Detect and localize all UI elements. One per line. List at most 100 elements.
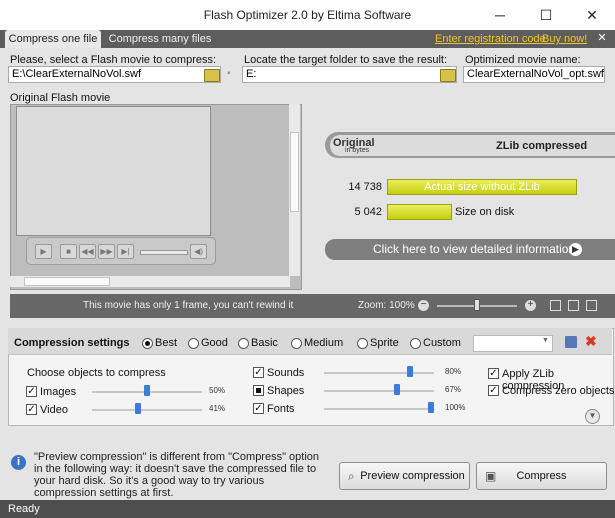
video-slider[interactable] <box>92 409 202 411</box>
minimize-button[interactable]: ─ <box>477 0 523 30</box>
preview-compression-label: Preview compression <box>360 470 465 482</box>
video-checkbox[interactable]: ✓ <box>26 404 37 415</box>
fullscreen-icon[interactable] <box>586 300 597 311</box>
detailed-info-button[interactable]: Click here to view detailed information … <box>325 239 615 260</box>
video-percent: 41% <box>209 404 226 413</box>
zoom-slider-thumb[interactable] <box>474 299 480 311</box>
preview-compression-button[interactable]: ⌕ Preview compression <box>339 462 470 490</box>
vertical-scroll-thumb[interactable] <box>290 132 299 212</box>
zlib-size-bar <box>387 204 452 220</box>
preset-custom-label[interactable]: Custom <box>423 337 461 349</box>
shapes-percent: 67% <box>445 385 462 394</box>
rewind-icon[interactable]: ◀◀ <box>79 244 96 259</box>
compress-icon: ▣ <box>485 469 497 483</box>
status-text: Ready <box>8 503 40 515</box>
zoom-in-icon[interactable]: + <box>525 300 536 311</box>
source-label: Please, select a Flash movie to compress… <box>10 54 217 66</box>
target-folder-input[interactable]: E: <box>242 66 457 83</box>
forward-icon[interactable]: ▶▶ <box>98 244 115 259</box>
objects-label: Choose objects to compress <box>27 367 166 379</box>
volume-icon[interactable]: ◀) <box>190 244 207 259</box>
fit-view-icon[interactable] <box>550 300 561 311</box>
end-icon[interactable]: ▶| <box>117 244 134 259</box>
expand-settings-icon[interactable]: ▼ <box>585 409 600 424</box>
arrow-icon: ▪ <box>227 68 231 79</box>
tab-compress-many-files[interactable]: Compress many files <box>105 30 215 48</box>
chevron-down-icon: ▼ <box>542 337 549 344</box>
seek-slider[interactable] <box>140 250 188 255</box>
shapes-checkbox[interactable] <box>253 385 264 396</box>
maximize-button[interactable]: ☐ <box>523 0 569 30</box>
zlib-size-value: 5 042 <box>354 206 382 218</box>
shapes-slider[interactable] <box>324 390 434 392</box>
preset-best-radio[interactable] <box>142 338 153 349</box>
player-label: Original Flash movie <box>10 92 111 104</box>
preset-basic-radio[interactable] <box>238 338 249 349</box>
shapes-label: Shapes <box>267 385 305 397</box>
zoom-out-icon[interactable]: − <box>418 300 429 311</box>
preset-best-label[interactable]: Best <box>155 337 177 349</box>
source-file-input[interactable]: E:\ClearExternalNoVol.swf <box>8 66 221 83</box>
tab-compress-one-file[interactable]: Compress one file <box>5 30 101 48</box>
registration-link[interactable]: Enter registration code <box>435 30 546 48</box>
fonts-slider[interactable] <box>324 408 434 410</box>
images-percent: 50% <box>209 386 226 395</box>
compression-settings-title: Compression settings <box>14 337 130 349</box>
preset-sprite-label[interactable]: Sprite <box>370 337 399 349</box>
stats-original-sub: in bytes <box>345 147 370 154</box>
sounds-checkbox[interactable]: ✓ <box>253 367 264 378</box>
custom-preset-dropdown[interactable]: ▼ <box>473 335 553 352</box>
sounds-slider-thumb[interactable] <box>407 366 413 377</box>
preset-custom-radio[interactable] <box>410 338 421 349</box>
fonts-label: Fonts <box>267 403 295 415</box>
original-size-value: 14 738 <box>348 181 382 193</box>
images-slider-thumb[interactable] <box>144 385 150 396</box>
fonts-checkbox[interactable]: ✓ <box>253 403 264 414</box>
stats-zlib-heading: ZLib compressed <box>496 140 588 152</box>
arrow-right-icon: ▶ <box>569 243 582 256</box>
zero-objects-checkbox[interactable]: ✓ <box>488 385 499 396</box>
preset-medium-radio[interactable] <box>291 338 302 349</box>
close-tab-icon[interactable]: ✕ <box>595 31 609 45</box>
sounds-percent: 80% <box>445 367 462 376</box>
target-label: Locate the target folder to save the res… <box>244 54 448 66</box>
browse-folder-icon[interactable] <box>440 69 456 82</box>
zlib-size-label: Size on disk <box>455 206 515 218</box>
sounds-slider[interactable] <box>324 372 434 374</box>
shapes-slider-thumb[interactable] <box>394 384 400 395</box>
title-bar: Flash Optimizer 2.0 by Eltima Software ─… <box>0 0 615 30</box>
preset-sprite-radio[interactable] <box>357 338 368 349</box>
preset-good-label[interactable]: Good <box>201 337 228 349</box>
play-icon[interactable]: ▶ <box>35 244 52 259</box>
zlib-checkbox[interactable]: ✓ <box>488 368 499 379</box>
output-name-input[interactable]: ClearExternalNoVol_opt.swf <box>463 66 605 83</box>
sounds-label: Sounds <box>267 367 305 379</box>
preset-basic-label[interactable]: Basic <box>251 337 278 349</box>
browse-folder-icon[interactable] <box>204 69 220 82</box>
save-preset-icon[interactable] <box>565 336 577 348</box>
actual-size-icon[interactable] <box>568 300 579 311</box>
video-slider-thumb[interactable] <box>135 403 141 414</box>
flash-preview-screen <box>16 106 211 236</box>
preset-good-radio[interactable] <box>188 338 199 349</box>
zoom-label: Zoom: 100% <box>358 300 415 311</box>
horizontal-scroll-thumb[interactable] <box>24 277 110 286</box>
stop-icon[interactable]: ■ <box>60 244 77 259</box>
fonts-slider-thumb[interactable] <box>428 402 434 413</box>
video-label: Video <box>40 404 68 416</box>
output-label: Optimized movie name: <box>465 54 581 66</box>
buy-now-link[interactable]: Buy now! <box>542 30 587 48</box>
fonts-percent: 100% <box>445 403 466 412</box>
info-text: "Preview compression" is different from … <box>34 451 320 499</box>
preset-medium-label[interactable]: Medium <box>304 337 343 349</box>
zero-objects-label: Compress zero objects <box>502 385 615 397</box>
frame-message: This movie has only 1 frame, you can't r… <box>83 300 294 311</box>
compress-button[interactable]: ▣ Compress <box>476 462 607 490</box>
detailed-info-label: Click here to view detailed information <box>373 242 576 256</box>
compress-label: Compress <box>516 470 567 482</box>
close-window-button[interactable]: ✕ <box>569 0 615 30</box>
images-checkbox[interactable]: ✓ <box>26 386 37 397</box>
status-bar: Ready <box>0 500 615 518</box>
delete-preset-icon[interactable]: ✖ <box>585 334 597 348</box>
partial-check-icon <box>256 388 261 393</box>
